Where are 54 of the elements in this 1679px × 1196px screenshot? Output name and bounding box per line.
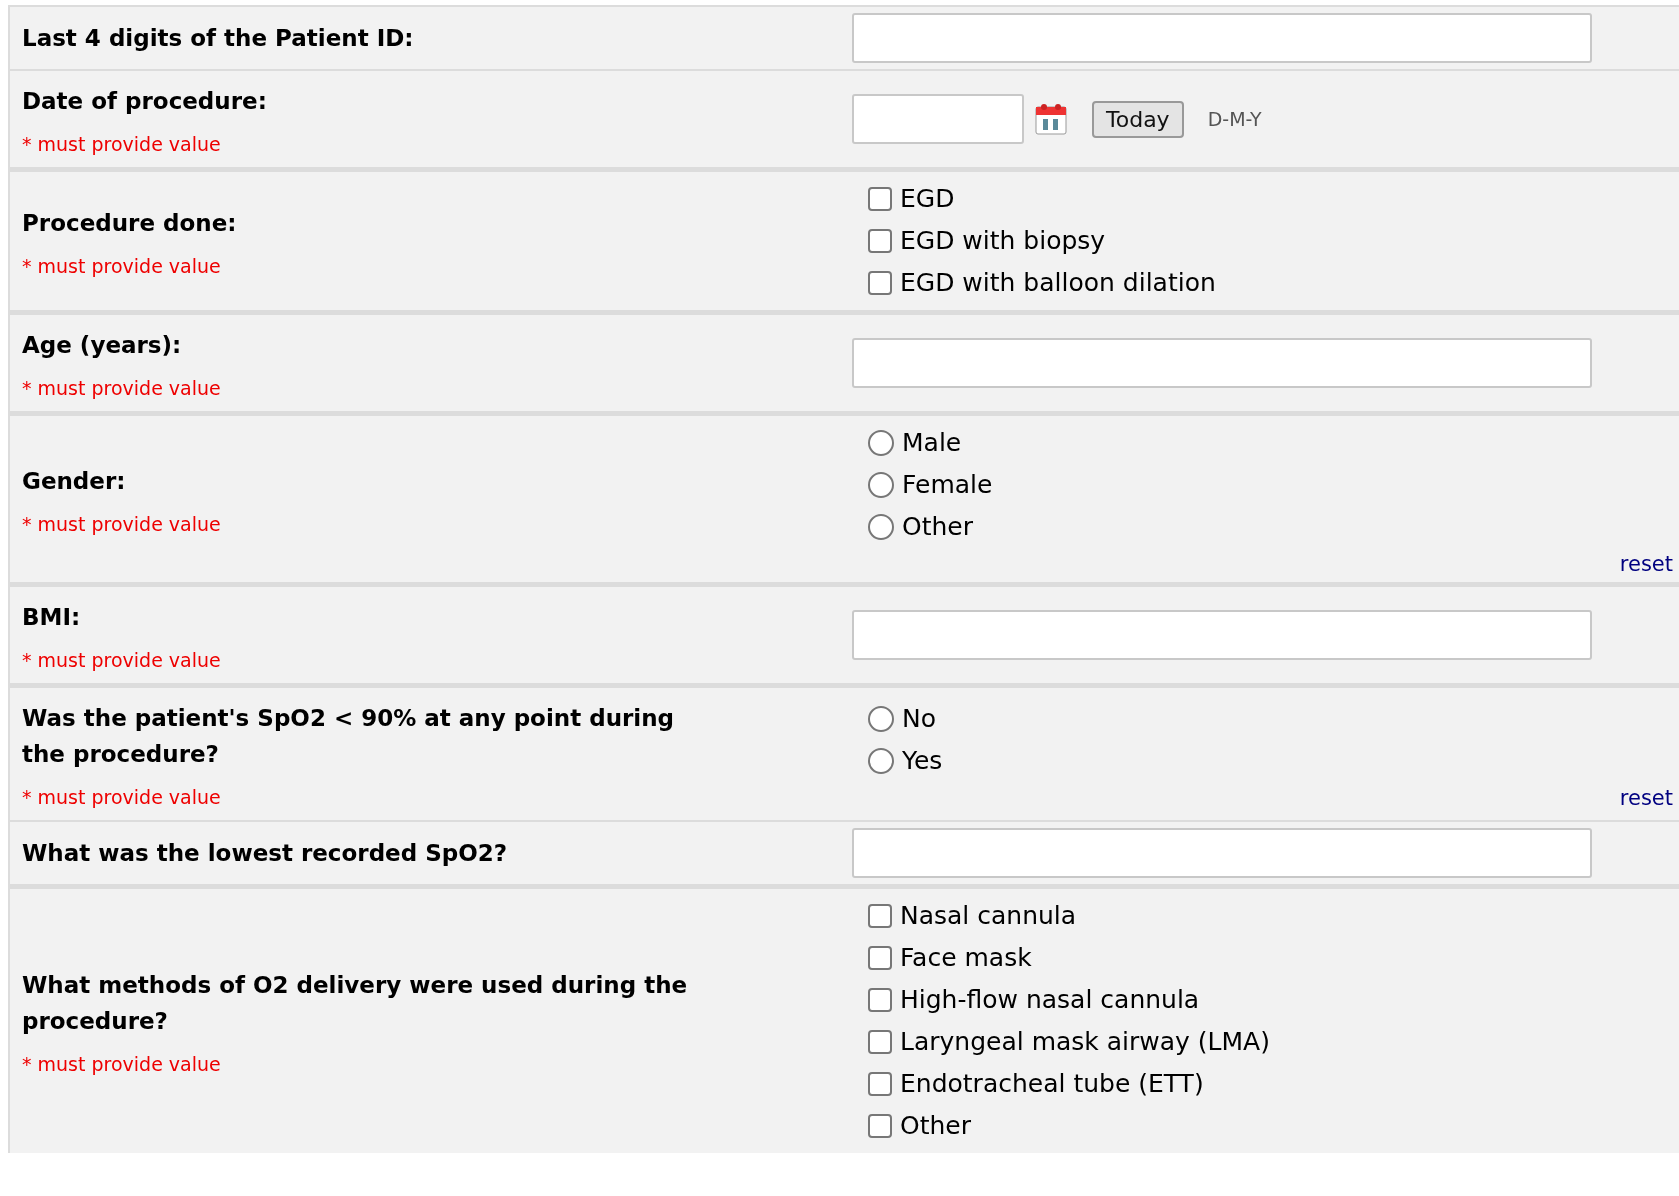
- checkbox-option[interactable]: Endotracheal tube (ETT): [868, 1063, 1673, 1105]
- reset-link[interactable]: reset: [1619, 786, 1673, 810]
- radio-option[interactable]: No: [868, 698, 1673, 740]
- field-label: Was the patient's SpO2 < 90% at any point during the procedure?: [22, 704, 676, 769]
- required-note: * must provide value: [22, 786, 222, 808]
- checkbox[interactable]: [868, 946, 892, 970]
- calendar-icon[interactable]: [1034, 102, 1068, 136]
- radio-option[interactable]: Female: [868, 464, 1673, 506]
- text-field[interactable]: [852, 828, 1592, 878]
- radio-button[interactable]: [868, 706, 894, 732]
- text-field[interactable]: [852, 338, 1592, 388]
- text-field[interactable]: [852, 610, 1592, 660]
- field-label: What was the lowest recorded SpO2?: [22, 839, 509, 868]
- radio-button[interactable]: [868, 514, 894, 540]
- checkbox[interactable]: [868, 988, 892, 1012]
- field-label: Gender:: [22, 467, 127, 496]
- field-label: What methods of O2 delivery were used during the procedure?: [22, 971, 689, 1036]
- field-label: BMI:: [22, 603, 82, 632]
- checkbox-option[interactable]: Laryngeal mask airway (LMA): [868, 1021, 1673, 1063]
- radio-option[interactable]: Male: [868, 422, 1673, 464]
- checkbox[interactable]: [868, 229, 892, 253]
- checkbox-option[interactable]: Face mask: [868, 937, 1673, 979]
- required-note: * must provide value: [22, 255, 222, 277]
- reset-link[interactable]: reset: [1619, 552, 1673, 576]
- checkbox-option[interactable]: Other: [868, 1105, 1673, 1147]
- radio-button[interactable]: [868, 748, 894, 774]
- checkbox[interactable]: [868, 187, 892, 211]
- date-field[interactable]: [852, 94, 1024, 144]
- checkbox[interactable]: [868, 1030, 892, 1054]
- field-label: Last 4 digits of the Patient ID:: [22, 24, 415, 53]
- today-button[interactable]: Today: [1092, 100, 1184, 138]
- checkbox-option[interactable]: EGD: [868, 178, 1673, 220]
- radio-option[interactable]: Yes: [868, 740, 1673, 782]
- checkbox[interactable]: [868, 1072, 892, 1096]
- required-note: * must provide value: [22, 649, 222, 671]
- checkbox-option[interactable]: EGD with balloon dilation: [868, 262, 1673, 304]
- field-label: Date of procedure:: [22, 87, 268, 116]
- radio-button[interactable]: [868, 430, 894, 456]
- checkbox-option[interactable]: Nasal cannula: [868, 895, 1673, 937]
- checkbox-option[interactable]: EGD with biopsy: [868, 220, 1673, 262]
- field-label: Procedure done:: [22, 209, 238, 238]
- checkbox-option[interactable]: High-flow nasal cannula: [868, 979, 1673, 1021]
- checkbox[interactable]: [868, 271, 892, 295]
- required-note: * must provide value: [22, 513, 222, 535]
- date-format-hint: D-M-Y: [1207, 108, 1262, 130]
- checkbox[interactable]: [868, 1114, 892, 1138]
- text-field[interactable]: [852, 13, 1592, 63]
- required-note: * must provide value: [22, 133, 222, 155]
- checkbox[interactable]: [868, 904, 892, 928]
- required-note: * must provide value: [22, 1053, 222, 1075]
- field-label: Age (years):: [22, 331, 183, 360]
- radio-option[interactable]: Other: [868, 506, 1673, 548]
- required-note: * must provide value: [22, 377, 222, 399]
- radio-button[interactable]: [868, 472, 894, 498]
